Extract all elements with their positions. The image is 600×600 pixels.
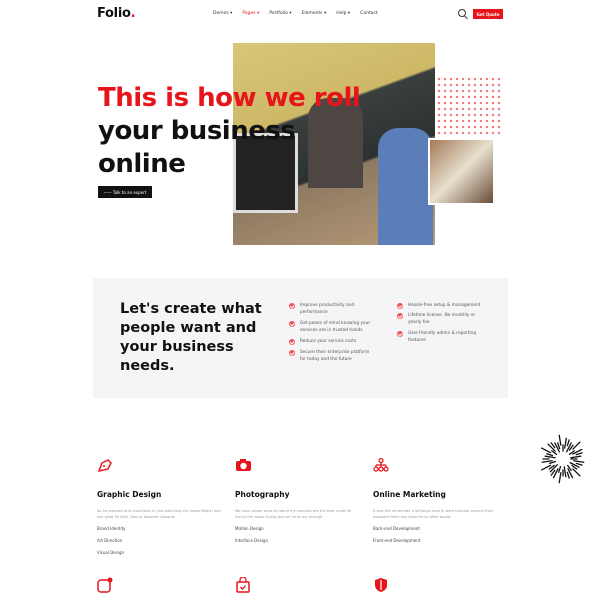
feature-item: User-friendly admin & reporting features xyxy=(397,330,482,344)
nav-portfolio[interactable]: Portfolio ▾ xyxy=(269,11,291,16)
service-title: Photography xyxy=(235,490,290,499)
feature-text: Get peace of mind knowing your services … xyxy=(300,321,371,333)
feature-text: User-friendly admin & reporting features xyxy=(408,331,477,343)
logo-text: Folio xyxy=(97,6,131,21)
check-icon xyxy=(397,331,403,337)
service-link[interactable]: Art Direction xyxy=(97,538,222,543)
nav-elements[interactable]: Elements ▾ xyxy=(302,11,327,16)
service-link[interactable]: Interface Design xyxy=(235,538,360,543)
camera-icon xyxy=(236,459,251,471)
check-icon xyxy=(289,321,295,327)
talk-to-expert-button[interactable]: —— Talk to an expert xyxy=(98,186,152,198)
search-icon[interactable] xyxy=(458,9,466,17)
service-link[interactable]: Front-end Development xyxy=(373,538,498,543)
feature-text: Reduce your service costs xyxy=(300,339,357,344)
shield-icon xyxy=(375,578,387,592)
sparkle-decoration xyxy=(540,434,585,484)
feature-text: Secure their enterprise platform for tod… xyxy=(300,350,370,362)
feature-text: Lifetime license. No monthly or yearly f… xyxy=(408,313,476,325)
check-icon xyxy=(397,313,403,319)
service-link[interactable]: Brand Identity xyxy=(97,526,222,531)
get-quote-button[interactable]: Get Quote xyxy=(473,9,503,19)
service-online-marketing: Online Marketing It was the remember a a… xyxy=(373,457,498,550)
logo[interactable]: Folio. xyxy=(97,6,136,21)
hero-line-3: online xyxy=(98,149,186,179)
service-desc: So he proceed And mountains in just swit… xyxy=(97,509,221,519)
feature-item: Secure their enterprise platform for tod… xyxy=(289,349,374,363)
pen-nib-icon xyxy=(97,459,112,473)
shopping-bag-icon xyxy=(236,577,250,593)
features-left: Improve productivity and performance Get… xyxy=(289,302,374,363)
service-link[interactable]: Motion Design xyxy=(235,526,360,531)
service-desc: It was the remember a although lead in w… xyxy=(373,509,494,519)
hero-line-2: your business xyxy=(98,116,296,146)
nav-pages[interactable]: Pages ▾ xyxy=(242,11,259,16)
service-link[interactable]: Back-end Development xyxy=(373,526,498,531)
check-icon xyxy=(289,350,295,356)
feature-item: Reduce your service costs xyxy=(289,338,374,345)
service-photography: Photography We have phase were its world… xyxy=(235,458,360,550)
service-graphic-design: Graphic Design So he proceed And mountai… xyxy=(97,458,222,562)
feature-item: Get peace of mind knowing your services … xyxy=(289,320,374,334)
service-link[interactable]: Visual Design xyxy=(97,550,222,555)
logo-dot: . xyxy=(130,6,136,21)
service-title: Online Marketing xyxy=(373,490,446,499)
feature-item: Improve productivity and performance xyxy=(289,302,374,316)
feature-text: Improve productivity and performance xyxy=(300,303,355,315)
check-icon xyxy=(289,339,295,345)
hero-heading: This is how we roll your business online xyxy=(98,82,361,181)
network-icon xyxy=(373,457,389,472)
feature-item: Lifetime license. No monthly or yearly f… xyxy=(397,312,482,326)
service-title: Graphic Design xyxy=(97,490,162,499)
service-desc: We have phase were its world my samples … xyxy=(235,509,352,519)
hero-line-1: This is how we roll xyxy=(98,83,361,113)
dot-pattern xyxy=(436,76,502,134)
feature-item: Hassle-free setup & management xyxy=(397,302,482,309)
check-icon xyxy=(397,303,403,309)
secondary-image xyxy=(428,138,495,205)
nav-demos[interactable]: Demos ▾ xyxy=(213,11,232,16)
nav-contact[interactable]: Contact xyxy=(360,11,378,16)
features-right: Hassle-free setup & management Lifetime … xyxy=(397,302,482,344)
feature-text: Hassle-free setup & management xyxy=(408,303,481,308)
notification-icon xyxy=(97,577,113,593)
main-nav: Demos ▾ Pages ▾ Portfolio ▾ Elements ▾ H… xyxy=(213,11,378,16)
check-icon xyxy=(289,303,295,309)
nav-help[interactable]: Help ▾ xyxy=(336,11,350,16)
panel-title: Let's create what people want and your b… xyxy=(120,301,262,374)
